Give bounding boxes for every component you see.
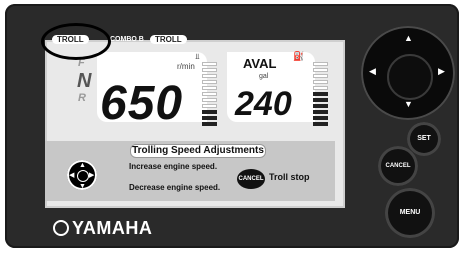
- gear-reverse: R: [78, 92, 86, 104]
- gauge-device: TROLL COMBO B TROLL F N R r/min 650 ⫫ AV…: [5, 4, 459, 248]
- fuel-pump-icon: ⛽: [293, 51, 305, 61]
- tuning-fork-logo-icon: [53, 220, 69, 236]
- brand-name: YAMAHA: [72, 218, 153, 238]
- arrow-up-icon: ▲: [79, 162, 86, 169]
- fuel-bargraph: [313, 62, 328, 126]
- mode-chip-combo: COMBO B: [110, 36, 144, 43]
- menu-button[interactable]: MENU: [385, 188, 435, 238]
- arrow-down-icon: ▼: [79, 183, 86, 190]
- help-increase-text: Increase engine speed.: [129, 162, 218, 171]
- help-panel: Trolling Speed Adjustments ▲ ▼ ◀ ▶ Incre…: [45, 141, 335, 201]
- up-arrow-icon[interactable]: ▲: [404, 34, 413, 43]
- rpm-value: 650: [100, 77, 184, 130]
- fuel-unit: gal: [259, 73, 269, 80]
- rpm-unit: r/min: [177, 62, 195, 71]
- trim-icon: ⫫: [195, 52, 200, 61]
- left-arrow-icon[interactable]: ◀: [369, 67, 376, 76]
- mode-highlight-circle: [41, 23, 111, 60]
- fuel-value: 240: [235, 85, 292, 123]
- direction-pad-center[interactable]: [387, 54, 433, 100]
- brand-logo: YAMAHA: [53, 218, 152, 239]
- direction-pad-center-icon: [77, 170, 89, 182]
- help-cancel-icon: CANCEL: [237, 169, 265, 189]
- mode-chip-troll-alt: TROLL: [150, 35, 187, 44]
- gear-neutral: N: [77, 70, 92, 92]
- fuel-label: AVAL: [243, 56, 277, 71]
- rpm-bargraph: [202, 62, 217, 126]
- help-title: Trolling Speed Adjustments: [130, 144, 266, 158]
- help-decrease-text: Decrease engine speed.: [129, 183, 221, 192]
- right-arrow-icon[interactable]: ▶: [438, 67, 445, 76]
- arrow-right-icon: ▶: [89, 172, 95, 179]
- help-troll-stop-text: Troll stop: [269, 172, 310, 182]
- cancel-button[interactable]: CANCEL: [378, 146, 418, 186]
- down-arrow-icon[interactable]: ▼: [404, 100, 413, 109]
- arrow-left-icon: ◀: [69, 172, 75, 179]
